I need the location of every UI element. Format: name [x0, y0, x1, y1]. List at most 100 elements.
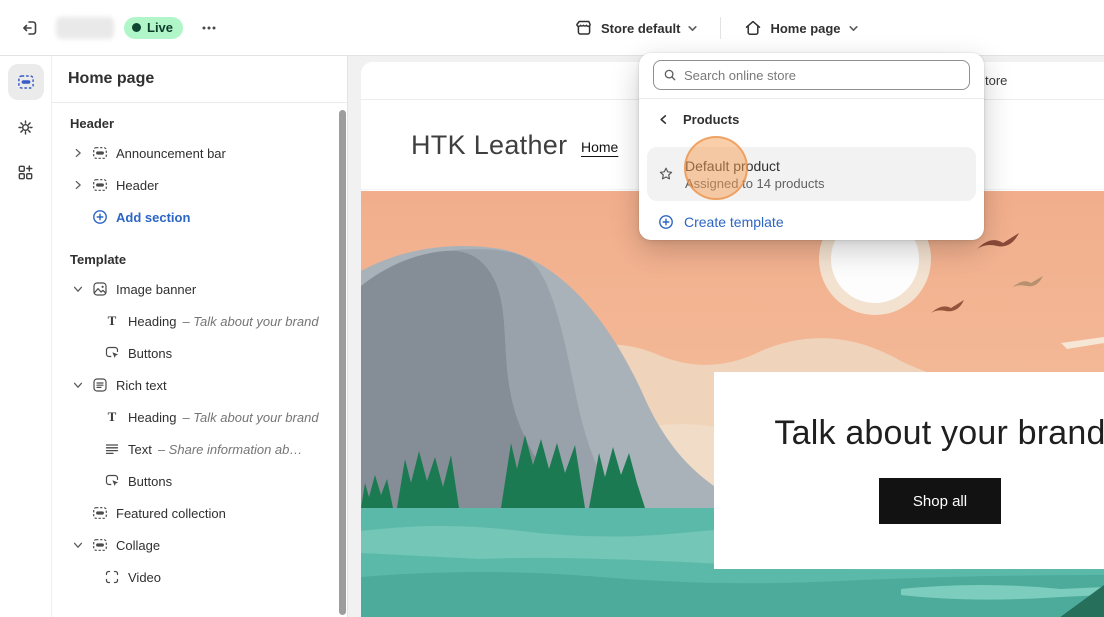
rail-apps-tab[interactable]: [8, 154, 44, 190]
star-icon: [658, 166, 674, 182]
chevron-down-icon[interactable]: [70, 537, 86, 553]
buttons-icon: [104, 345, 120, 361]
chevron-down-icon: [848, 23, 859, 34]
section-row-label: Image banner: [116, 282, 196, 297]
rail-sections-tab[interactable]: [8, 64, 44, 100]
gear-icon: [16, 118, 35, 137]
image-banner-section: Talk about your brand Shop all: [361, 191, 1104, 617]
block-row-text[interactable]: Text – Share information about y...: [96, 433, 337, 465]
block-row-label: Video: [128, 570, 161, 585]
hero-text-card: Talk about your brand Shop all: [714, 372, 1104, 569]
block-row-detail: – Talk about your brand: [182, 314, 318, 329]
section-row-announcement-bar[interactable]: Announcement bar: [62, 137, 337, 169]
section-icon: [92, 177, 108, 193]
home-icon: [743, 18, 763, 38]
popup-products-label: Products: [683, 112, 739, 127]
add-section-label: Add section: [116, 210, 190, 225]
more-dots-icon: [200, 19, 218, 37]
section-row-collage[interactable]: Collage: [62, 529, 337, 561]
plus-circle-icon: [658, 214, 674, 230]
hero-title: Talk about your brand: [774, 414, 1104, 453]
exit-icon: [20, 18, 40, 38]
block-row-detail: – Talk about your brand: [182, 410, 318, 425]
section-icon: [92, 537, 108, 553]
chevron-left-icon[interactable]: [656, 112, 670, 126]
storefront-icon: [574, 18, 594, 38]
chevron-down-icon[interactable]: [70, 281, 86, 297]
sections-icon: [17, 73, 35, 91]
store-context-label: Store default: [601, 21, 680, 36]
text-lines-icon: [104, 441, 120, 457]
section-row-label: Featured collection: [116, 506, 226, 521]
video-icon: [104, 569, 120, 585]
rail-settings-tab[interactable]: [8, 109, 44, 145]
block-row-heading[interactable]: T Heading – Talk about your brand: [96, 305, 337, 337]
group-label-header: Header: [62, 109, 337, 137]
section-row-label: Rich text: [116, 378, 167, 393]
block-row-video[interactable]: Video: [96, 561, 337, 593]
editor-rail: [0, 56, 52, 617]
chevron-right-icon[interactable]: [70, 177, 86, 193]
heading-icon: T: [104, 313, 120, 329]
heading-icon: T: [104, 409, 120, 425]
store-context-dropdown[interactable]: Store default: [566, 12, 706, 44]
chevron-spacer: [70, 505, 86, 521]
block-row-label: Buttons: [128, 474, 172, 489]
block-row-heading[interactable]: T Heading – Talk about your brand: [96, 401, 337, 433]
template-item-title: Default product: [685, 158, 824, 174]
plus-circle-icon: [92, 209, 108, 225]
image-icon: [92, 281, 108, 297]
section-row-label: Header: [116, 178, 159, 193]
buttons-icon: [104, 473, 120, 489]
nav-link-home[interactable]: Home: [581, 139, 618, 155]
page-selector-dropdown[interactable]: Home page: [735, 12, 866, 44]
block-row-label: Buttons: [128, 346, 172, 361]
svg-text:T: T: [108, 313, 117, 328]
chevron-right-icon[interactable]: [70, 145, 86, 161]
svg-text:T: T: [108, 409, 117, 424]
add-section-button[interactable]: Add section: [62, 201, 337, 233]
section-icon: [92, 145, 108, 161]
group-label-template: Template: [62, 245, 337, 273]
block-row-buttons[interactable]: Buttons: [96, 465, 337, 497]
section-row-label: Collage: [116, 538, 160, 553]
popup-search-field[interactable]: [653, 60, 970, 90]
page-selector-label: Home page: [770, 21, 840, 36]
editor-context-controls: Store default Home page: [566, 0, 867, 56]
store-logo-text[interactable]: HTK Leather: [411, 130, 567, 161]
block-row-label: Heading: [128, 410, 176, 425]
topbar-divider: [720, 17, 721, 39]
sections-panel: Home page Header Announcement bar: [52, 56, 348, 617]
exit-editor-button[interactable]: [14, 12, 46, 44]
section-row-label: Announcement bar: [116, 146, 226, 161]
section-row-rich-text[interactable]: Rich text: [62, 369, 337, 401]
announcement-text-partial: tore: [985, 73, 1007, 88]
richtext-icon: [92, 377, 108, 393]
search-icon: [663, 68, 677, 82]
more-options-button[interactable]: [193, 12, 225, 44]
section-row-image-banner[interactable]: Image banner: [62, 273, 337, 305]
create-template-label: Create template: [684, 214, 784, 230]
template-item-subtitle: Assigned to 14 products: [685, 176, 824, 191]
section-row-header[interactable]: Header: [62, 169, 337, 201]
panel-title: Home page: [52, 56, 347, 103]
section-icon: [92, 505, 108, 521]
live-status-badge: Live: [124, 17, 183, 39]
block-row-detail: – Share information about y...: [158, 442, 308, 457]
panel-scrollbar[interactable]: [339, 110, 346, 615]
shop-all-button[interactable]: Shop all: [879, 478, 1001, 524]
template-item-default-product[interactable]: Default product Assigned to 14 products: [647, 147, 976, 201]
section-row-featured-collection[interactable]: Featured collection: [62, 497, 337, 529]
store-name-redacted: [56, 17, 114, 39]
block-row-label: Heading: [128, 314, 176, 329]
create-template-button[interactable]: Create template: [639, 201, 984, 243]
chevron-spacer: [70, 209, 86, 225]
search-input[interactable]: [684, 68, 960, 83]
chevron-down-icon: [687, 23, 698, 34]
chevron-down-icon[interactable]: [70, 377, 86, 393]
topbar: Live Store default: [0, 0, 1104, 56]
block-row-buttons[interactable]: Buttons: [96, 337, 337, 369]
live-dot-icon: [132, 23, 141, 32]
apps-icon: [16, 163, 35, 182]
live-badge-label: Live: [147, 20, 173, 35]
